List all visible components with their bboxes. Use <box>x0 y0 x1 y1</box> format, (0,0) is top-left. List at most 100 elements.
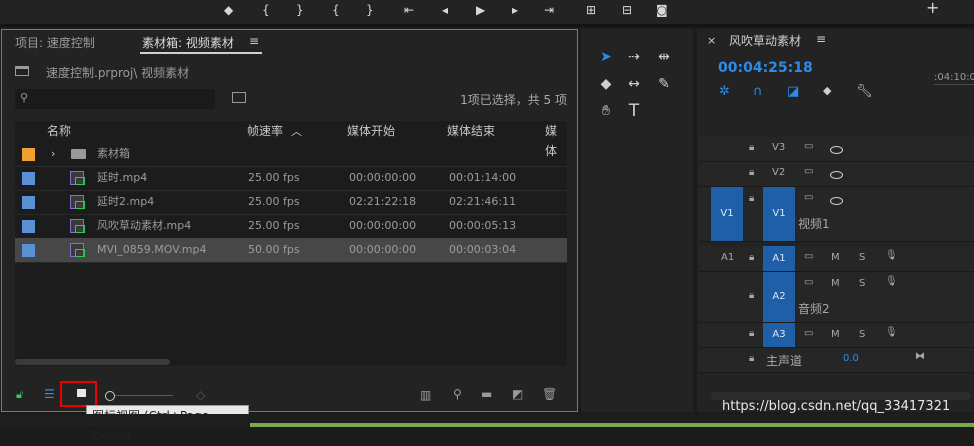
go-to-in-point-icon[interactable]: ⇤ <box>404 3 414 17</box>
zoom-slider[interactable] <box>115 395 173 396</box>
track-target-a1[interactable]: A1 <box>763 246 795 271</box>
lock-icon[interactable]: 🔒︎ <box>749 142 754 153</box>
tab-project[interactable]: 项目: 速度控制 <box>15 34 95 51</box>
export-frame-icon[interactable]: ◙ <box>656 3 668 17</box>
lock-icon[interactable]: 🔒︎ <box>749 252 754 263</box>
linked-selection-icon[interactable]: ◪ <box>787 84 799 99</box>
row-fps: 25.00 fps <box>248 219 300 232</box>
label-color-chip[interactable] <box>22 172 35 185</box>
table-row[interactable]: 风吹草动素材.mp4 25.00 fps 00:00:00:00 00:00:0… <box>15 214 567 239</box>
label-color-chip[interactable] <box>22 244 35 257</box>
expand-chevron-icon[interactable]: › <box>51 142 55 166</box>
label-color-chip[interactable] <box>22 196 35 209</box>
selection-tool-icon[interactable]: ➤ <box>595 46 617 68</box>
lock-icon[interactable]: 🔓︎ <box>16 388 23 402</box>
wrench-icon[interactable]: 🔧︎ <box>856 84 873 99</box>
marker-icon[interactable]: ◆ <box>224 3 233 17</box>
lock-icon[interactable]: 🔒︎ <box>749 193 754 204</box>
ripple-edit-icon[interactable]: ⇹ <box>653 46 675 68</box>
sync-lock-icon[interactable]: ▭ <box>804 277 813 288</box>
lock-icon[interactable]: 🔒︎ <box>749 290 754 301</box>
find-bin-icon[interactable] <box>232 92 246 103</box>
source-patch-a1[interactable]: A1 <box>721 252 734 263</box>
sequence-tab[interactable]: 风吹草动素材 <box>729 32 801 49</box>
column-fps[interactable]: 帧速率 <box>247 121 283 141</box>
mute-button[interactable]: M <box>831 329 840 340</box>
time-ruler[interactable] <box>934 84 974 85</box>
go-to-out-point-icon[interactable]: ⇥ <box>544 3 554 17</box>
eye-icon[interactable] <box>830 197 843 205</box>
table-row[interactable]: › 素材箱 <box>15 142 567 167</box>
track-target-v1[interactable]: V1 <box>763 187 795 241</box>
tab-bin[interactable]: 素材箱: 视频素材 <box>142 34 234 51</box>
label-color-chip[interactable] <box>22 220 35 233</box>
track-select-icon[interactable]: ⇢ <box>623 46 645 68</box>
parent-folder-icon[interactable] <box>15 66 29 76</box>
mute-button[interactable]: M <box>831 278 840 289</box>
panel-menu-icon[interactable]: ≡ <box>816 32 826 46</box>
play-icon[interactable]: ▶ <box>476 3 485 17</box>
sync-lock-icon[interactable]: ▭ <box>804 141 813 152</box>
column-name[interactable]: 名称 <box>47 121 71 141</box>
out-point-icon[interactable]: } <box>296 3 304 17</box>
eye-icon[interactable] <box>830 171 843 179</box>
mic-icon[interactable]: 🎙︎ <box>885 250 898 261</box>
label-color-chip[interactable] <box>22 148 35 161</box>
extract-icon[interactable]: ⊟ <box>622 3 632 17</box>
add-marker-icon[interactable]: ◆ <box>823 84 831 97</box>
table-row[interactable]: 延时2.mp4 25.00 fps 02:21:22:18 02:21:46:1… <box>15 190 567 215</box>
new-item-icon[interactable]: ◩ <box>512 387 523 401</box>
mute-button[interactable]: M <box>831 252 840 263</box>
sync-lock-icon[interactable]: ▭ <box>804 192 813 203</box>
table-row-selected[interactable]: MVI_0859.MOV.mp4 50.00 fps 00:00:00:00 0… <box>15 238 567 263</box>
panel-menu-icon[interactable]: ≡ <box>249 34 259 48</box>
mic-icon[interactable]: 🎙︎ <box>885 327 898 338</box>
clear-icon[interactable]: 🗑︎ <box>542 387 557 401</box>
solo-button[interactable]: S <box>859 278 865 289</box>
lock-icon[interactable]: 🔒︎ <box>749 167 754 178</box>
automate-icon[interactable]: ▥ <box>420 388 431 402</box>
nest-icon[interactable]: ✲ <box>719 84 730 99</box>
source-patch-v1[interactable]: V1 <box>711 187 743 241</box>
column-media-end[interactable]: 媒体结束 <box>447 121 495 141</box>
eye-icon[interactable] <box>830 146 843 154</box>
horizontal-scrollbar[interactable] <box>15 359 170 365</box>
slip-icon[interactable]: ↔ <box>623 73 645 95</box>
mic-icon[interactable]: 🎙︎ <box>885 276 898 287</box>
find-icon[interactable]: ⚲ <box>453 387 462 401</box>
sync-lock-icon[interactable]: ▭ <box>804 251 813 262</box>
go-to-in-icon[interactable]: { <box>332 3 340 17</box>
freeform-icon[interactable]: ◇ <box>196 388 205 402</box>
pen-icon[interactable]: ✎ <box>653 73 675 95</box>
list-view-icon[interactable]: ☰ <box>44 387 55 401</box>
new-bin-icon[interactable]: ▬ <box>481 387 492 401</box>
zoom-slider-handle[interactable] <box>105 391 115 401</box>
track-target-a2[interactable]: A2 <box>763 272 795 322</box>
snap-icon[interactable]: ∩ <box>753 84 763 99</box>
close-icon[interactable]: × <box>707 34 716 47</box>
solo-button[interactable]: S <box>859 329 865 340</box>
step-forward-icon[interactable]: ▸ <box>512 3 518 17</box>
column-media[interactable]: 媒体 <box>545 121 567 158</box>
sync-lock-icon[interactable]: ▭ <box>804 328 813 339</box>
go-to-end-icon[interactable]: ⧓ <box>915 351 925 362</box>
column-media-start[interactable]: 媒体开始 <box>347 121 395 141</box>
icon-view-button[interactable] <box>60 381 97 407</box>
lift-icon[interactable]: ⊞ <box>586 3 596 17</box>
lock-icon[interactable]: 🔒︎ <box>749 328 754 339</box>
search-input[interactable]: ⚲ <box>15 89 215 109</box>
add-icon[interactable]: + <box>926 0 939 16</box>
timecode-display[interactable]: 00:04:25:18 <box>718 60 813 76</box>
sync-lock-icon[interactable]: ▭ <box>804 166 813 177</box>
go-to-out-icon[interactable]: } <box>366 3 374 17</box>
step-back-icon[interactable]: ◂ <box>442 3 448 17</box>
master-volume[interactable]: 0.0 <box>843 353 859 364</box>
track-target-a3[interactable]: A3 <box>763 323 795 347</box>
table-row[interactable]: 延时.mp4 25.00 fps 00:00:00:00 00:01:14:00 <box>15 166 567 191</box>
type-icon[interactable]: T <box>623 100 645 122</box>
solo-button[interactable]: S <box>859 252 865 263</box>
lock-icon[interactable]: 🔒︎ <box>749 353 754 364</box>
razor-icon[interactable]: ◆ <box>595 73 617 95</box>
hand-icon[interactable]: ✋︎ <box>595 100 617 122</box>
in-point-icon[interactable]: { <box>262 3 270 17</box>
